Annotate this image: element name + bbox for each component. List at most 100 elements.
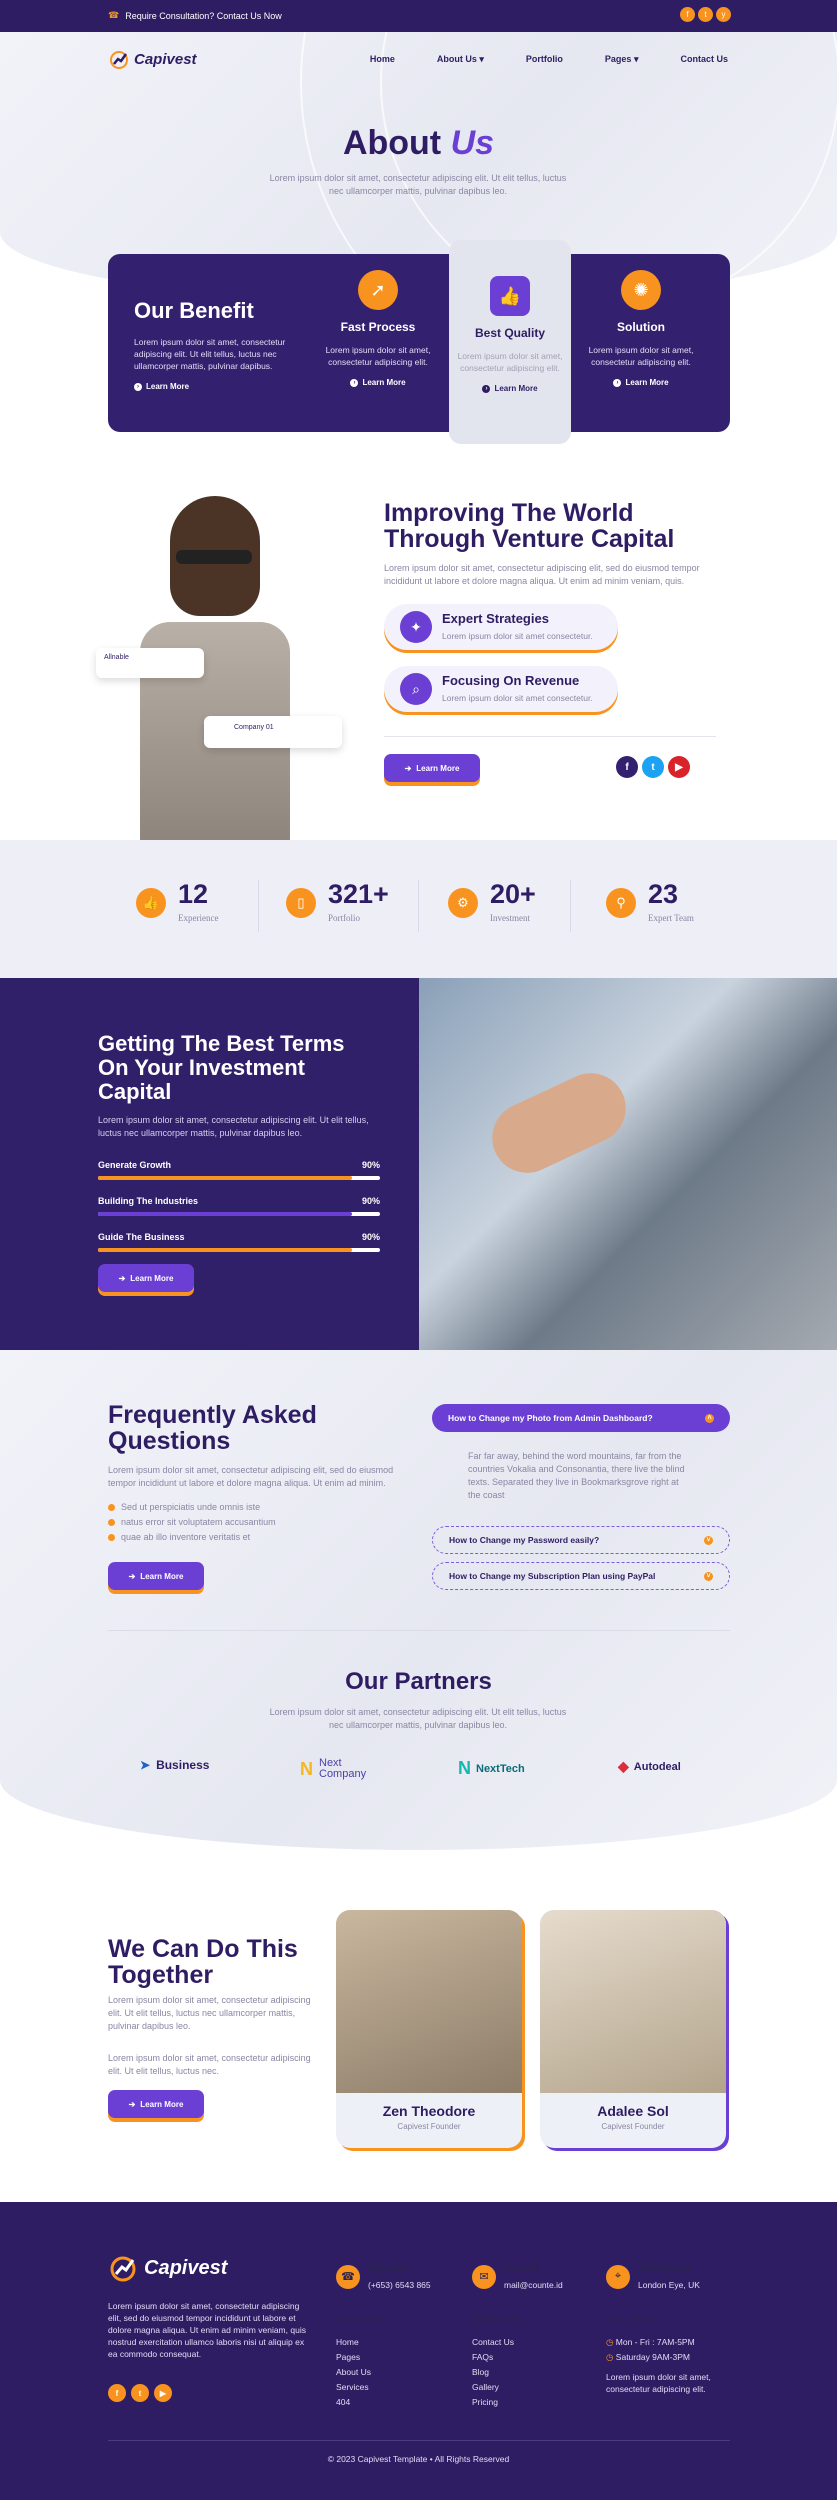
team-card[interactable]: Zen Theodore Capivest Founder [336,1910,522,2148]
progress-percent: 90% [361,1232,380,1242]
handshake-photo [419,978,837,1350]
youtube-icon[interactable]: ▶ [154,2384,172,2402]
faq-question[interactable]: How to Change my Subscription Plan using… [432,1562,730,1590]
feature-text: Lorem ipsum dolor sit amet consectetur. [442,692,593,703]
faq-learn-more-button[interactable]: ➔ Learn More [108,1562,204,1590]
team-photo [336,1910,522,2093]
list-item: Sed ut perspiciatis unde omnis iste [108,1502,276,1512]
hours-row: ◷ Saturday 9AM-3PM [606,2350,730,2365]
stat-value: 321+ [328,879,389,909]
footer-link[interactable]: Gallery [472,2380,521,2395]
partner-business-logo[interactable]: ➤ Business [140,1758,209,1772]
thumbs-up-icon: 👍 [136,888,166,918]
chevron-down-icon: ▾ [633,53,639,64]
progress-bars: Generate Growth 90% Building The Industri… [98,1160,380,1252]
partner-name: NextTech [476,1762,525,1775]
footer-link[interactable]: Services [336,2380,385,2395]
copyright: © 2023 Capivest Template • All Rights Re… [327,2454,510,2464]
improve-learn-more-button[interactable]: ➔ Learn More [384,754,480,782]
footer-link[interactable]: Blog [472,2365,521,2380]
feature-text: Lorem ipsum dolor sit amet consectetur. [442,630,593,641]
consultation-link[interactable]: Require Consultation? Contact Us Now [125,11,282,21]
n-letter-icon: N [458,1758,471,1778]
button-label: Learn More [140,2099,184,2109]
faq-question-open[interactable]: How to Change my Photo from Admin Dashbo… [432,1404,730,1432]
team-card[interactable]: Adalee Sol Capivest Founder [540,1910,726,2148]
learn-more-link[interactable]: › Learn More [134,382,189,391]
nav-about[interactable]: About Us ▾ [437,54,484,65]
nav-home[interactable]: Home [370,54,395,65]
benefit-fast-process: ➚ Fast Process Lorem ipsum dolor sit ame… [319,270,437,389]
contact-title: Address [638,2260,691,2275]
arrow-icon: ➔ [128,1571,136,1581]
progress-fill [98,1248,352,1252]
search-icon: ⌕ [400,673,432,705]
twitter-icon[interactable]: t [698,7,713,22]
footer-link[interactable]: 404 [336,2395,385,2410]
badge-label: Allnable [104,654,129,661]
stat-label: Investment [490,913,530,923]
learn-more-link[interactable]: › Learn More [613,378,669,387]
learn-more-link[interactable]: › Learn More [482,384,538,393]
partner-autodeal-logo[interactable]: ◆ Autodeal [618,1758,681,1775]
logo-icon [110,2256,136,2282]
learn-more-label: Learn More [146,382,190,391]
button-label: Learn More [140,1571,184,1581]
learn-more-label: Learn More [494,384,538,393]
footer-phone: ☎ Phone (+653) 6543 865 [336,2260,431,2293]
contact-title: Phone [368,2260,408,2275]
thumbs-up-icon: 👍 [490,276,530,316]
footer-link[interactable]: Home [336,2335,385,2350]
facebook-icon[interactable]: f [616,756,638,778]
footer-link[interactable]: About Us [336,2365,385,2380]
investment-learn-more-button[interactable]: ➔ Learn More [98,1264,194,1292]
contact-value[interactable]: (+653) 6543 865 [368,2280,431,2290]
footer-work-hours: Work Hours ◷ Mon - Fri : 7AM-5PM ◷ Satur… [606,2314,730,2395]
progress-percent: 90% [361,1160,380,1170]
facebook-icon[interactable]: f [108,2384,126,2402]
learn-more-label: Learn More [625,378,669,387]
youtube-icon[interactable]: ▶ [668,756,690,778]
progress-guide-business: Guide The Business 90% [98,1232,380,1252]
partner-nexttech-logo[interactable]: N NextTech [458,1758,525,1779]
footer-logo[interactable]: Capivest [108,2254,227,2282]
faq-question[interactable]: How to Change my Password easily? ˅ [432,1526,730,1554]
feature-title: Expert Strategies [442,610,549,626]
nav-contact[interactable]: Contact Us [680,54,728,65]
twitter-icon[interactable]: t [131,2384,149,2402]
learn-more-label: Learn More [362,378,406,387]
partner-name: Business [156,1758,210,1772]
nav-pages[interactable]: Pages ▾ [605,54,639,65]
gear-icon: ⚙ [448,888,478,918]
benefit-item-title: Best Quality [474,326,546,340]
benefit-item-text: Lorem ipsum dolor sit amet, consectetur … [588,345,694,367]
youtube-icon[interactable]: y [716,7,731,22]
together-text-2: Lorem ipsum dolor sit amet, consectetur … [108,2053,311,2076]
together-learn-more-button[interactable]: ➔ Learn More [108,2090,204,2118]
chevron-down-icon: ▾ [479,53,484,64]
footer-link[interactable]: Contact Us [472,2335,521,2350]
partner-next-company-logo[interactable]: N Next Company [300,1758,375,1780]
faq-question-label: How to Change my Subscription Plan using… [449,1571,656,1581]
learn-more-link[interactable]: › Learn More [350,378,406,387]
benefit-title: Our Benefit [134,298,254,323]
progress-fill [98,1212,352,1216]
twitter-icon[interactable]: t [642,756,664,778]
button-label: Learn More [130,1273,174,1283]
divider [384,736,716,737]
footer-link[interactable]: Pages [336,2350,385,2365]
logo[interactable]: Capivest [108,49,197,69]
investment-text: Lorem ipsum dolor sit amet, consectetur … [98,1115,369,1138]
nav-portfolio[interactable]: Portfolio [526,54,563,65]
contact-value[interactable]: mail@counte.id [504,2280,563,2290]
benefit-solution: ✺ Solution Lorem ipsum dolor sit amet, c… [582,270,700,389]
footer-col-title: Quick Link [472,2314,521,2325]
footer-link[interactable]: Pricing [472,2395,521,2410]
hours-text: Saturday 9AM-3PM [615,2352,690,2362]
footer-link[interactable]: FAQs [472,2350,521,2365]
facebook-icon[interactable]: f [680,7,695,22]
footer-quick-links: Quick Link Contact Us FAQs Blog Gallery … [472,2314,521,2410]
bullet-icon [108,1518,115,1526]
footer-navigation: Navigation Home Pages About Us Services … [336,2314,385,2410]
hours-note: Lorem ipsum dolor sit amet, consectetur … [606,2372,711,2394]
